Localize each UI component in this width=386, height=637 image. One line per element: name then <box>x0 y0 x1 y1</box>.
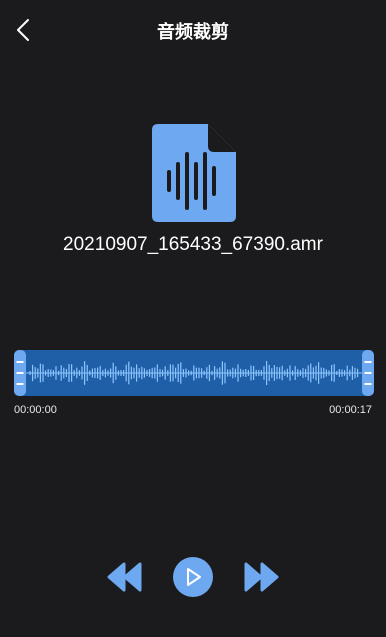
rewind-icon <box>107 562 142 592</box>
audio-file-icon <box>152 124 236 222</box>
trim-handle-left[interactable] <box>14 350 26 396</box>
rewind-button[interactable] <box>106 560 144 594</box>
time-end: 00:00:17 <box>329 404 372 416</box>
page-title: 音频裁剪 <box>157 22 229 42</box>
fast-forward-button[interactable] <box>242 560 280 594</box>
play-button[interactable] <box>172 556 214 598</box>
waveform-trimmer[interactable] <box>14 350 374 396</box>
time-start: 00:00:00 <box>14 404 57 416</box>
app-header: 音频裁剪 <box>0 0 386 60</box>
trim-handle-right[interactable] <box>362 350 374 396</box>
file-name: 20210907_165433_67390.amr <box>63 234 323 255</box>
fast-forward-icon <box>244 562 279 592</box>
play-icon <box>173 557 213 597</box>
